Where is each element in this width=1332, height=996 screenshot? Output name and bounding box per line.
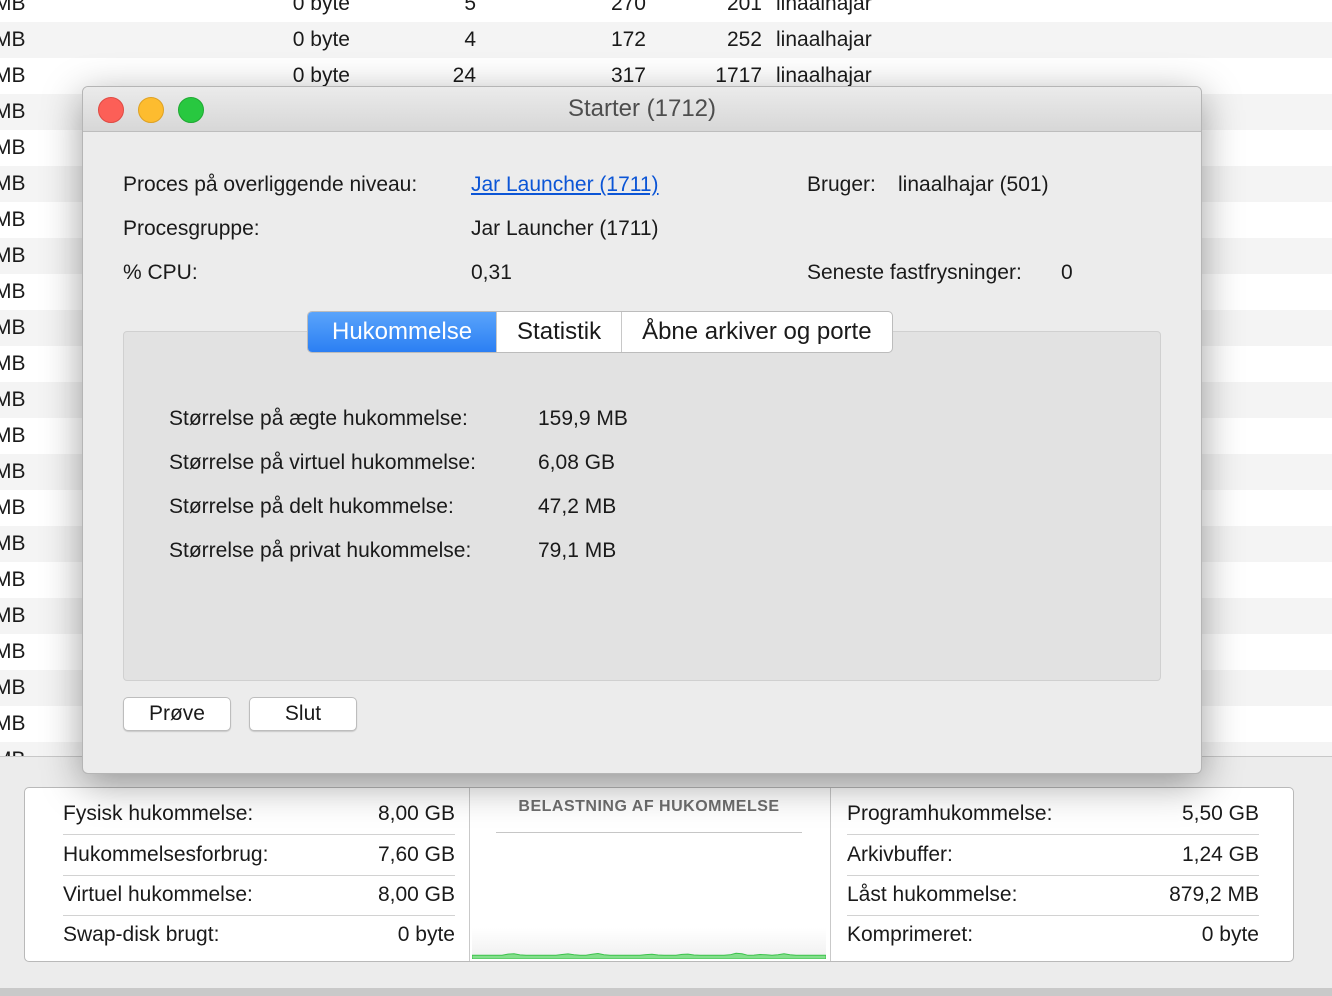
stat-row-swap-used: Swap-disk brugt: 0 byte (63, 915, 455, 955)
memory-pressure-graph-svg (471, 952, 827, 960)
stat-row-physical-memory: Fysisk hukommelse: 8,00 GB (63, 794, 455, 835)
memory-cell: MB (0, 742, 26, 756)
table-row[interactable]: MB 0 byte 4 172 252 linaalhajar (0, 22, 1332, 58)
stat-row-virtual-memory: Virtuel hukommelse: 8,00 GB (63, 875, 455, 916)
pid-cell: 252 (726, 28, 762, 51)
tab-memory[interactable]: Hukommelse (308, 312, 497, 352)
process-info-window[interactable]: Starter (1712) Proces på overliggende ni… (82, 86, 1202, 774)
process-group-value: Jar Launcher (1711) (471, 217, 659, 240)
table-row[interactable]: MB 0 byte 5 270 201 linaalhajar (0, 0, 1332, 22)
private-memory-label: Størrelse på privat hukommelse: (169, 539, 472, 562)
memory-cell: MB (0, 100, 26, 123)
stat-value: 0 byte (1201, 923, 1259, 946)
stat-label: Hukommelsesforbrug: (63, 843, 269, 866)
cpu-value: 0,31 (471, 261, 512, 284)
pid-cell: 201 (726, 0, 762, 15)
memory-cell: MB (0, 676, 26, 699)
window-title: Starter (1712) (567, 95, 717, 122)
memory-cell: MB (0, 208, 26, 231)
memory-pressure-title: BELASTNING AF HUKOMMELSE (518, 798, 780, 815)
sample-button[interactable]: Prøve (123, 697, 231, 731)
threads-cell: 4 (464, 28, 476, 51)
tab-open-files-and-ports[interactable]: Åbne arkiver og porte (621, 312, 891, 352)
memory-cell: MB (0, 136, 26, 159)
tab-statistics[interactable]: Statistik (496, 312, 621, 352)
shared-memory-value: 47,2 MB (538, 495, 617, 518)
memory-cell: MB (0, 640, 26, 663)
stat-value: 7,60 GB (377, 843, 455, 866)
segmented-tab-control[interactable]: Hukommelse Statistik Åbne arkiver og por… (307, 311, 893, 353)
stat-label: Arkivbuffer: (847, 843, 953, 866)
stat-row-cached-files: Arkivbuffer: 1,24 GB (847, 835, 1259, 876)
threads-cell: 5 (464, 0, 476, 15)
window-titlebar[interactable]: Starter (1712) (83, 87, 1201, 132)
real-memory-value: 159,9 MB (538, 407, 628, 430)
stat-row-app-memory: Programhukommelse: 5,50 GB (847, 794, 1259, 835)
stat-value: 5,50 GB (1181, 802, 1259, 825)
pressure-divider (496, 832, 802, 833)
parent-process-link[interactable]: Jar Launcher (1711) (471, 172, 659, 198)
stat-label: Programhukommelse: (847, 802, 1053, 825)
memory-cell: MB (0, 280, 26, 303)
quit-button[interactable]: Slut (249, 697, 357, 731)
memory-cell: MB (0, 424, 26, 447)
stat-value: 0 byte (397, 923, 455, 946)
footer-bottom-bar (0, 988, 1332, 996)
shared-memory-label: Størrelse på delt hukommelse: (169, 495, 454, 518)
memory-stats-right: Programhukommelse: 5,50 GB Arkivbuffer: … (831, 788, 1293, 961)
stat-row-compressed: Komprimeret: 0 byte (847, 915, 1259, 955)
stat-label: Låst hukommelse: (847, 883, 1018, 906)
tab-content-panel: Størrelse på ægte hukommelse: 159,9 MB S… (123, 331, 1161, 681)
private-memory-value: 79,1 MB (538, 539, 617, 562)
stat-row-wired-memory: Låst hukommelse: 879,2 MB (847, 875, 1259, 916)
process-group-label: Procesgruppe: (123, 217, 260, 240)
recent-hangs-value: 0 (1061, 261, 1073, 284)
stat-label: Fysisk hukommelse: (63, 802, 254, 825)
memory-cell: MB (0, 64, 26, 87)
memory-pressure-panel: BELASTNING AF HUKOMMELSE (469, 788, 831, 961)
memory-cell: MB (0, 352, 26, 375)
stat-label: Swap-disk brugt: (63, 923, 220, 946)
stat-row-memory-used: Hukommelsesforbrug: 7,60 GB (63, 835, 455, 876)
user-value: linaalhajar (501) (898, 173, 1049, 196)
memory-cell: MB (0, 604, 26, 627)
user-label: Bruger: (807, 173, 876, 196)
compressed-memory-cell: 0 byte (292, 0, 350, 15)
compressed-memory-cell: 0 byte (292, 28, 350, 51)
user-cell: linaalhajar (776, 28, 872, 51)
memory-cell: MB (0, 0, 26, 15)
memory-cell: MB (0, 388, 26, 411)
memory-cell: MB (0, 316, 26, 339)
memory-cell: MB (0, 496, 26, 519)
memory-cell: MB (0, 460, 26, 483)
ports-cell: 172 (610, 28, 646, 51)
parent-process-label: Proces på overliggende niveau: (123, 173, 418, 196)
memory-summary-panel: Fysisk hukommelse: 8,00 GB Hukommelsesfo… (24, 787, 1294, 962)
recent-hangs-label: Seneste fastfrysninger: (807, 261, 1022, 284)
stat-label: Komprimeret: (847, 923, 974, 946)
memory-stats-left: Fysisk hukommelse: 8,00 GB Hukommelsesfo… (25, 788, 469, 961)
memory-cell: MB (0, 532, 26, 555)
stat-label: Virtuel hukommelse: (63, 883, 253, 906)
memory-cell: MB (0, 244, 26, 267)
memory-cell: MB (0, 712, 26, 735)
memory-pressure-area (471, 952, 827, 960)
virtual-memory-value: 6,08 GB (538, 451, 616, 474)
memory-cell: MB (0, 172, 26, 195)
real-memory-label: Størrelse på ægte hukommelse: (169, 407, 468, 430)
stat-value: 8,00 GB (377, 883, 455, 906)
stat-value: 8,00 GB (377, 802, 455, 825)
memory-cell: MB (0, 568, 26, 591)
memory-pressure-graph (471, 928, 827, 960)
stat-value: 879,2 MB (1169, 883, 1259, 906)
memory-cell: MB (0, 28, 26, 51)
stat-value: 1,24 GB (1181, 843, 1259, 866)
virtual-memory-label: Størrelse på virtuel hukommelse: (169, 451, 476, 474)
ports-cell: 270 (610, 0, 646, 15)
user-cell: linaalhajar (776, 0, 872, 15)
cpu-label: % CPU: (123, 261, 198, 284)
